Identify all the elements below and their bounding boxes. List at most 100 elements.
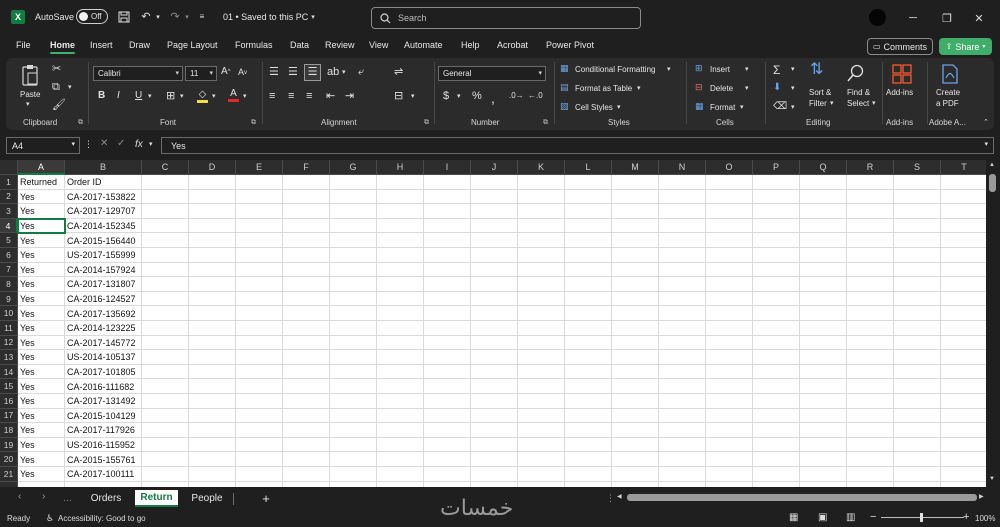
cell-b13[interactable]: US-2014-105137 [65,350,142,365]
italic-icon[interactable]: I [117,91,120,101]
redo-dropdown-icon[interactable]: ▾ [183,10,191,24]
merge-dropdown-icon[interactable]: ▾ [411,93,415,100]
cell-b14[interactable]: CA-2017-101805 [65,365,142,380]
name-box[interactable]: A4 ▾ [6,137,80,154]
cell-b5[interactable]: CA-2015-156440 [65,233,142,248]
column-header-l[interactable]: L [565,160,612,175]
share-button[interactable]: ⇪ Share ▾ [939,38,992,55]
align-right-icon[interactable]: ≡ [306,91,312,102]
tab-draw[interactable]: Draw [129,40,150,50]
increase-decimal-icon[interactable]: .0→ [509,92,524,100]
confirm-entry-icon[interactable]: ✓ [117,139,125,149]
more-sheets-left[interactable]: … [63,493,72,503]
tab-formulas[interactable]: Formulas [235,40,273,50]
merge-center-icon[interactable]: ⊟ [394,91,403,102]
accessibility-icon[interactable]: ♿ [46,513,54,524]
increase-indent-icon[interactable]: ⇥ [345,91,354,102]
add-ins-button[interactable]: Add-ins [886,88,913,97]
create-pdf-label-2[interactable]: a PDF [936,99,959,108]
title-dropdown-icon[interactable]: ▾ [309,11,317,23]
clear-icon[interactable]: ⌫ [773,102,787,112]
paste-label[interactable]: Paste [20,90,40,99]
tab-power-pivot[interactable]: Power Pivot [546,40,594,50]
row-header[interactable]: 12 [0,335,18,351]
scroll-up-icon[interactable]: ▲ [989,162,995,168]
tab-acrobat[interactable]: Acrobat [497,40,528,50]
formula-more-icon[interactable]: ⋮ [84,140,93,149]
undo-icon[interactable]: ↶ [139,10,153,24]
zoom-out-icon[interactable]: − [870,511,876,523]
alignment-launcher-icon[interactable]: ⧉ [424,119,429,127]
row-header[interactable]: 7 [0,262,18,278]
tab-view[interactable]: View [369,40,388,50]
underline-dropdown-icon[interactable]: ▾ [148,93,152,100]
borders-dropdown-icon[interactable]: ▾ [180,93,184,100]
maximize-icon[interactable]: ❐ [932,8,962,28]
comments-button[interactable]: ▭ Comments [867,38,933,55]
format-as-table-button[interactable]: Format as Table [575,84,632,93]
delete-cells-button[interactable]: Delete [710,84,733,93]
column-header-a[interactable]: A [18,160,65,175]
row-header[interactable]: 16 [0,394,18,409]
cell-a3[interactable]: Yes [18,204,65,219]
account-avatar[interactable] [869,9,886,26]
sort-filter-dropdown-icon[interactable]: ▾ [830,100,834,107]
align-middle-icon[interactable]: ☰ [288,67,298,78]
align-top-icon[interactable]: ☰ [269,67,279,78]
tab-automate[interactable]: Automate [404,40,443,50]
name-box-dropdown-icon[interactable]: ▾ [71,140,75,148]
cell-a11[interactable]: Yes [18,321,65,336]
row-header[interactable]: 18 [0,423,18,438]
prev-sheet-icon[interactable]: ‹ [18,492,21,502]
tab-page-layout[interactable]: Page Layout [167,40,218,50]
cell-b6[interactable]: US-2017-155999 [65,248,142,263]
zoom-level[interactable]: 100% [975,514,995,523]
page-layout-view-icon[interactable]: ▣ [818,512,827,523]
scroll-right-icon[interactable]: ▶ [979,493,984,500]
conditional-dropdown-icon[interactable]: ▾ [667,66,671,73]
fill-icon[interactable]: ⬇ [773,83,781,93]
fill-dropdown-2-icon[interactable]: ▾ [791,85,795,92]
cell-a19[interactable]: Yes [18,438,65,453]
delete-dropdown-icon[interactable]: ▾ [745,85,749,92]
select-all-corner[interactable] [0,160,18,175]
cell-b10[interactable]: CA-2017-135692 [65,306,142,321]
add-sheet-button[interactable]: + [258,490,274,507]
cell-b8[interactable]: CA-2017-131807 [65,277,142,292]
scroll-left-icon[interactable]: ◀ [617,493,622,500]
column-header-q[interactable]: Q [800,160,847,175]
collapse-ribbon-icon[interactable]: ⌃ [983,119,989,126]
format-table-dropdown-icon[interactable]: ▾ [637,85,641,92]
column-header-m[interactable]: M [612,160,659,175]
align-center-icon[interactable]: ≡ [288,91,294,102]
orientation-dropdown-icon[interactable]: ▾ [342,69,346,76]
save-icon[interactable] [117,10,131,24]
tab-data[interactable]: Data [290,40,309,50]
row-header[interactable]: 2 [0,189,18,205]
row-header[interactable]: 6 [0,248,18,263]
worksheet-grid[interactable]: ABCDEFGHIJKLMNOPQRST 1 Returned Order ID 2 Y… [0,160,986,487]
cell-b2[interactable]: CA-2017-153822 [65,190,142,205]
row-header[interactable]: 14 [0,364,18,380]
vertical-scrollbar[interactable]: ▲ ▼ [986,160,1000,487]
currency-dropdown-icon[interactable]: ▾ [457,93,461,100]
sort-filter-icon[interactable]: ⇅ [810,62,823,78]
find-select-dropdown-icon[interactable]: ▾ [872,100,876,107]
autosum-icon[interactable]: Σ [773,64,780,76]
cell-a17[interactable]: Yes [18,409,65,424]
cell-styles-dropdown-icon[interactable]: ▾ [617,104,621,111]
insert-cells-button[interactable]: Insert [710,65,730,74]
tab-review[interactable]: Review [325,40,355,50]
format-painter-icon[interactable]: 🖌 [52,100,66,111]
undo-dropdown-icon[interactable]: ▾ [154,10,162,24]
cell-b9[interactable]: CA-2016-124527 [65,292,142,307]
function-dropdown-icon[interactable]: ▾ [149,141,153,148]
orientation-icon[interactable]: ab [327,67,339,78]
underline-icon[interactable]: U [135,91,142,101]
column-header-r[interactable]: R [847,160,894,175]
cell-b15[interactable]: CA-2016-111682 [65,379,142,394]
wrap-text-2-icon[interactable]: ⇌ [394,67,403,78]
zoom-slider-thumb[interactable] [920,513,923,522]
align-left-icon[interactable]: ≡ [269,91,275,102]
tab-help[interactable]: Help [461,40,480,50]
